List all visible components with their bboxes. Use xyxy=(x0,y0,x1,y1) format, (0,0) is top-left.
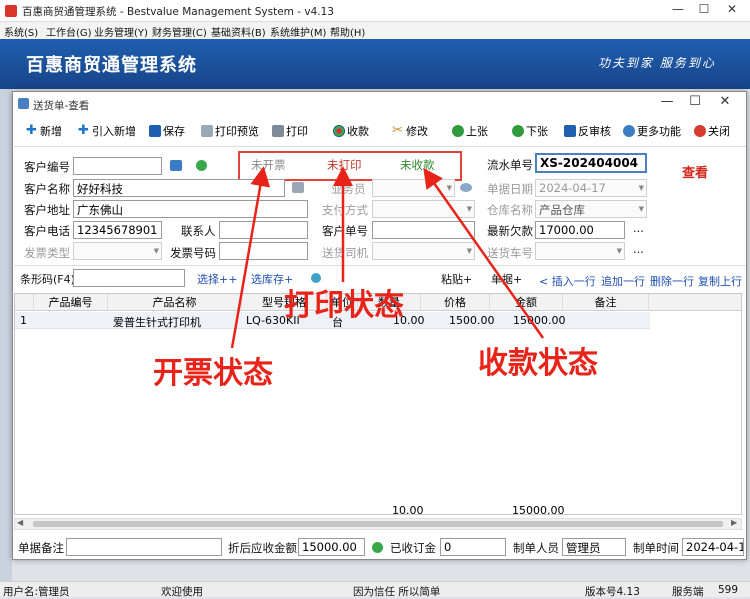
status-bar: 用户名:管理员 欢迎使用 因为信任 所以简单 版本号4.13 服务端 599 xyxy=(0,581,750,598)
status-count: 599 xyxy=(718,584,739,596)
payment-arrow xyxy=(423,167,545,339)
invoice-arrow xyxy=(230,166,271,349)
payment-status-annotation: 收款状态 xyxy=(478,346,598,381)
print-status-annotation: 打印状态 xyxy=(284,288,404,323)
invoice-status-annotation: 开票状态 xyxy=(153,356,273,391)
